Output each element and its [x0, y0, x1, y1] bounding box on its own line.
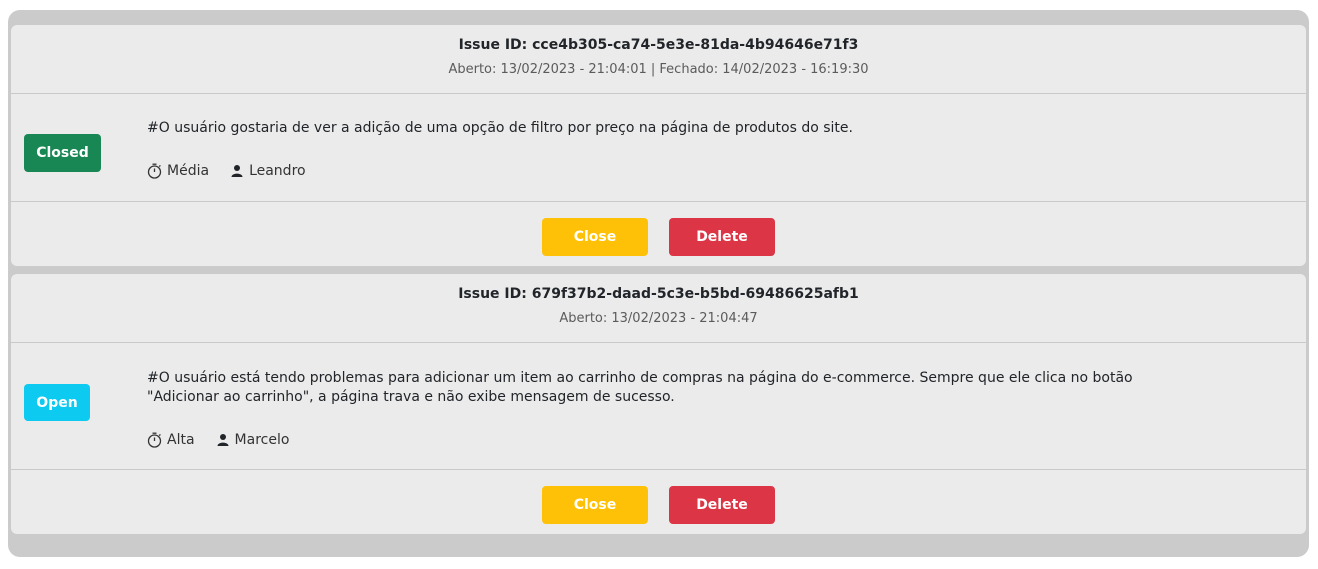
status-badge: Open: [24, 384, 90, 421]
person-icon: [217, 434, 229, 446]
issue-meta: Média Leandro: [147, 163, 327, 179]
issue-description: #O usuário gostaria de ver a adição de u…: [147, 120, 853, 136]
responsible-label: Marcelo: [234, 432, 290, 448]
issue-severity: Alta: [147, 432, 195, 448]
issue-card-body: Closed #O usuário gostaria de ver a adiç…: [11, 94, 1306, 202]
severity-label: Alta: [167, 432, 195, 448]
severity-label: Média: [167, 163, 210, 179]
issue-responsible: Marcelo: [216, 432, 290, 448]
issue-card: Issue ID: cce4b305-ca74-5e3e-81da-4b9464…: [11, 25, 1306, 266]
issue-card-body: Open #O usuário está tendo problemas par…: [11, 343, 1306, 470]
delete-issue-button[interactable]: Delete: [669, 218, 775, 256]
status-badge: Closed: [24, 134, 101, 172]
close-issue-button[interactable]: Close: [542, 218, 648, 256]
issue-responsible: Leandro: [230, 163, 306, 179]
delete-issue-button[interactable]: Delete: [669, 486, 775, 524]
issue-dates: Aberto: 13/02/2023 - 21:04:47: [559, 311, 758, 326]
issue-id: Issue ID: cce4b305-ca74-5e3e-81da-4b9464…: [458, 37, 859, 53]
responsible-label: Leandro: [249, 163, 306, 179]
issue-card-header: Issue ID: 679f37b2-daad-5c3e-b5bd-694866…: [11, 274, 1306, 343]
person-icon: [231, 165, 243, 177]
stopwatch-icon: [147, 163, 162, 179]
issue-card: Issue ID: 679f37b2-daad-5c3e-b5bd-694866…: [11, 274, 1306, 534]
issue-severity: Média: [147, 163, 209, 179]
issue-card-header: Issue ID: cce4b305-ca74-5e3e-81da-4b9464…: [11, 25, 1306, 94]
issue-dates: Aberto: 13/02/2023 - 21:04:01 | Fechado:…: [448, 62, 869, 77]
stopwatch-icon: [147, 432, 162, 448]
issue-id: Issue ID: 679f37b2-daad-5c3e-b5bd-694866…: [458, 286, 859, 302]
issues-list-container: Issue ID: cce4b305-ca74-5e3e-81da-4b9464…: [8, 10, 1309, 557]
issue-card-footer: Close Delete: [11, 202, 1306, 266]
issue-meta: Alta Marcelo: [147, 432, 310, 448]
issue-description: #O usuário está tendo problemas para adi…: [147, 370, 1133, 405]
close-issue-button[interactable]: Close: [542, 486, 648, 524]
issue-card-footer: Close Delete: [11, 470, 1306, 534]
